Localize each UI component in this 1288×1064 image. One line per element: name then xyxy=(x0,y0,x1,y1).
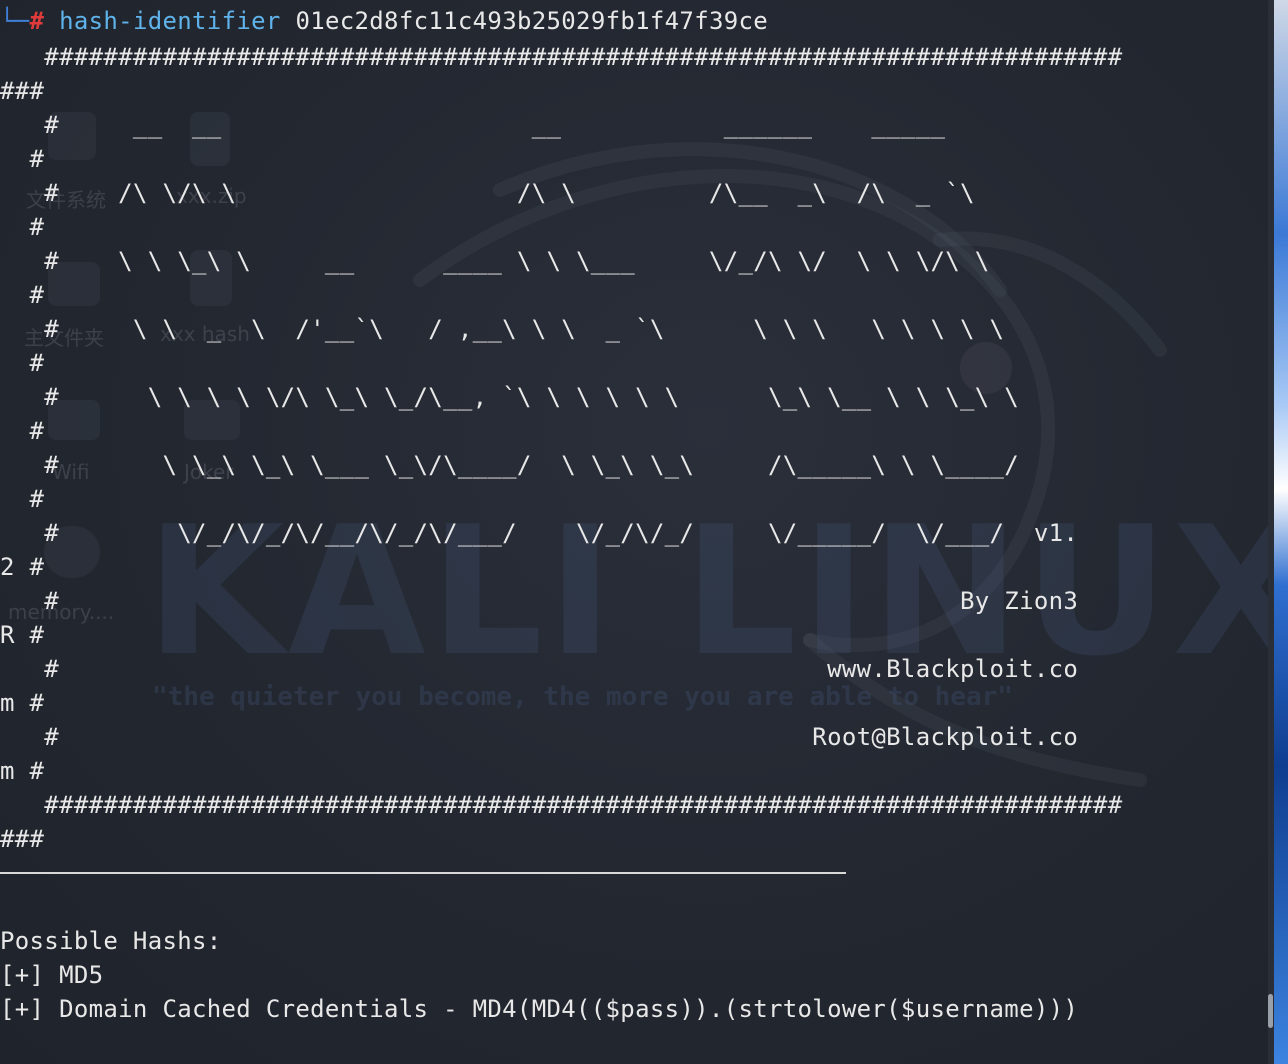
banner-line: # www.Blackploit.co xyxy=(0,655,1079,683)
banner-line: ### xyxy=(0,825,45,853)
command-prompt: └─# hash-identifier 01ec2d8fc11c493b2502… xyxy=(0,4,768,38)
banner-line: 2 # xyxy=(0,553,45,581)
banner-line: # By Zion3 xyxy=(0,587,1079,615)
prompt-corner: └─ xyxy=(0,7,30,35)
banner-line: # \/_/\/_/\/__/\/_/\/___/ \/_/\/_/ \/___… xyxy=(0,519,1079,547)
adjacent-window-edge xyxy=(1274,0,1288,1064)
banner-line: # xyxy=(0,485,45,513)
banner-line: ### xyxy=(0,77,45,105)
banner-line: # xyxy=(0,213,45,241)
banner-line: ########################################… xyxy=(0,791,1123,819)
output-divider xyxy=(0,872,846,874)
banner-line: ########################################… xyxy=(0,43,1123,71)
banner-line: # xyxy=(0,349,45,377)
scrollbar-thumb[interactable] xyxy=(1268,994,1273,1028)
results-heading: Possible Hashs: xyxy=(0,927,222,955)
banner-line: R # xyxy=(0,621,45,649)
banner-line: # \ \_\ \_\ \___ \_\/\____/ \ \_\ \_\ /\… xyxy=(0,451,1020,479)
banner-line: # \ \ \_\ \ __ ____ \ \ \___ \/_/\ \/ \ … xyxy=(0,247,990,275)
kali-tagline: "the quieter you become, the more you ar… xyxy=(152,682,1013,712)
result-item: [+] Domain Cached Credentials - MD4(MD4(… xyxy=(0,995,1079,1023)
command-name: hash-identifier xyxy=(59,7,281,35)
terminal-window[interactable]: 文件系统 xxx.zip 主文件夹 xxx hash Wifi Joker me… xyxy=(0,0,1288,1064)
banner-line: # Root@Blackploit.co xyxy=(0,723,1079,751)
banner-line: # \ \ _ \ /'__`\ / ,__\ \ \ _ `\ \ \ \ \… xyxy=(0,315,1005,343)
banner-line: # \ \ \ \ \/\ \_\ \_/\__, `\ \ \ \ \ \ \… xyxy=(0,383,1020,411)
result-item: [+] MD5 xyxy=(0,961,104,989)
root-prompt-symbol: # xyxy=(29,7,45,35)
banner-line: # xyxy=(0,145,45,173)
banner-line: m # xyxy=(0,757,45,785)
banner-line: m # xyxy=(0,689,45,717)
command-argument: 01ec2d8fc11c493b25029fb1f47f39ce xyxy=(295,7,769,35)
banner-line: # xyxy=(0,417,45,445)
banner-line: # /\ \/\ \ /\ \ /\__ _\ /\ _ `\ xyxy=(0,179,975,207)
banner-line: # xyxy=(0,281,45,309)
banner-line: # __ __ __ ______ _____ xyxy=(0,111,946,139)
